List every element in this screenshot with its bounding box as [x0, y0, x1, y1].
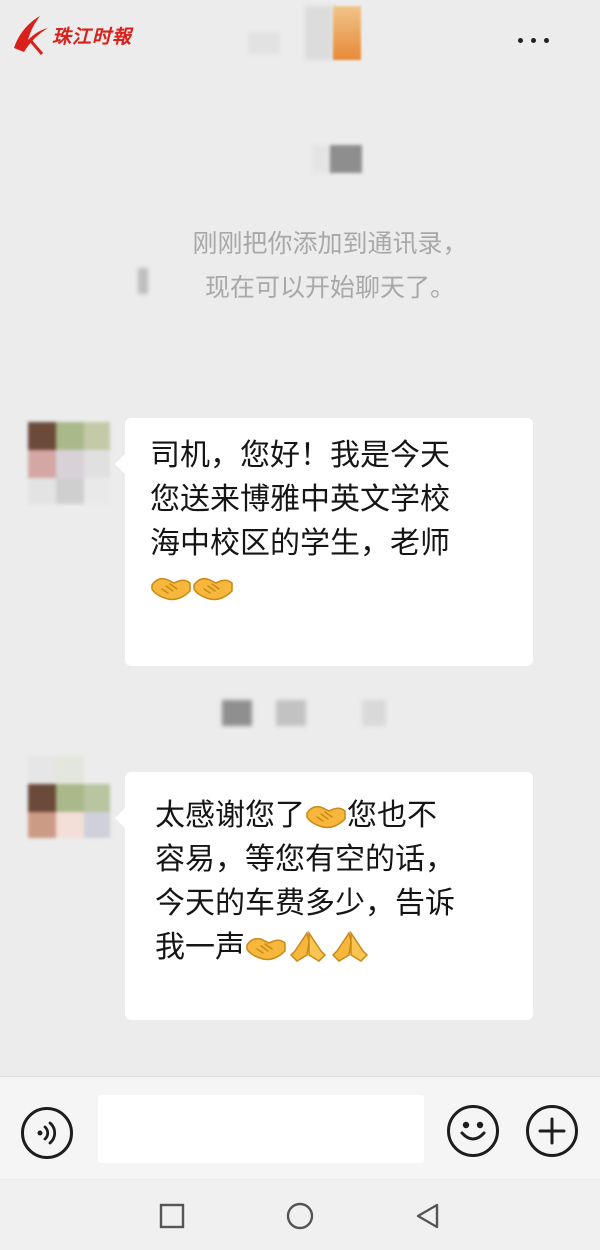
- circle-icon[interactable]: [284, 1200, 316, 1232]
- emoji-line: [150, 566, 511, 610]
- message-text: 您送来博雅中英文学校: [150, 482, 450, 517]
- watermark-text: 珠江时報: [52, 26, 133, 48]
- timestamp-blurred: [276, 700, 306, 726]
- timestamp-blurred: [362, 700, 386, 726]
- handshake-icon: [192, 571, 234, 603]
- triangle-back-icon[interactable]: [412, 1200, 444, 1232]
- plus-icon: [538, 1117, 566, 1145]
- message-bubble[interactable]: 司机，您好！我是今天 您送来博雅中英文学校 海中校区的学生，老师: [115, 418, 533, 666]
- timestamp-blurred: [222, 700, 252, 726]
- folded-hands-icon: [329, 931, 371, 963]
- folded-hands-icon: [287, 931, 329, 963]
- system-notice-line: 刚刚把你添加到通讯录，: [192, 229, 468, 258]
- more-button[interactable]: [510, 20, 556, 60]
- plus-button[interactable]: [526, 1105, 578, 1157]
- system-nav-bar: [0, 1180, 600, 1250]
- contact-name-blurred: [333, 6, 361, 60]
- message-text: 太感谢您了: [155, 798, 305, 833]
- handshake-icon: [245, 931, 287, 963]
- voice-icon: [37, 1121, 57, 1145]
- message-text: 您也不: [347, 798, 437, 833]
- avatar[interactable]: [28, 422, 110, 504]
- handshake-icon: [150, 571, 192, 603]
- more-dots-icon: [517, 37, 523, 43]
- watermark-logo-icon: [14, 16, 48, 55]
- smiley-icon: [460, 1121, 486, 1141]
- message-line: 太感谢您了 您也不: [155, 794, 511, 838]
- message-input[interactable]: [98, 1095, 424, 1163]
- message-bubble[interactable]: 太感谢您了 您也不 容易，等您有空的话， 今天的车费多少，告诉 我一声: [115, 772, 533, 1020]
- input-bar: [0, 1076, 600, 1179]
- message-text: 我一声: [155, 930, 245, 965]
- message-text: 今天的车费多少，告诉: [155, 886, 455, 921]
- square-icon[interactable]: [156, 1200, 188, 1232]
- system-notice-line: 现在可以开始聊天了。: [204, 273, 455, 302]
- voice-button[interactable]: [21, 1107, 73, 1159]
- contact-name-blurred: [248, 32, 280, 54]
- message-text: 海中校区的学生，老师: [150, 526, 450, 561]
- avatar[interactable]: [28, 756, 110, 838]
- more-dots-icon: [530, 37, 536, 43]
- chat-header: 珠江时報: [0, 0, 600, 80]
- system-notice: 刚刚把你添加到通讯录， 现在可以开始聊天了。: [130, 222, 530, 310]
- message-text: 容易，等您有空的话，: [155, 842, 455, 877]
- message-line: 我一声: [155, 926, 511, 970]
- newspaper-watermark: 珠江时報: [8, 10, 138, 56]
- contact-name-blurred: [305, 6, 333, 60]
- handshake-icon: [305, 799, 347, 831]
- emoji-button[interactable]: [447, 1105, 499, 1157]
- more-dots-icon: [543, 37, 549, 43]
- timestamp-blurred: [312, 145, 362, 173]
- message-text: 司机，您好！我是今天: [150, 438, 450, 473]
